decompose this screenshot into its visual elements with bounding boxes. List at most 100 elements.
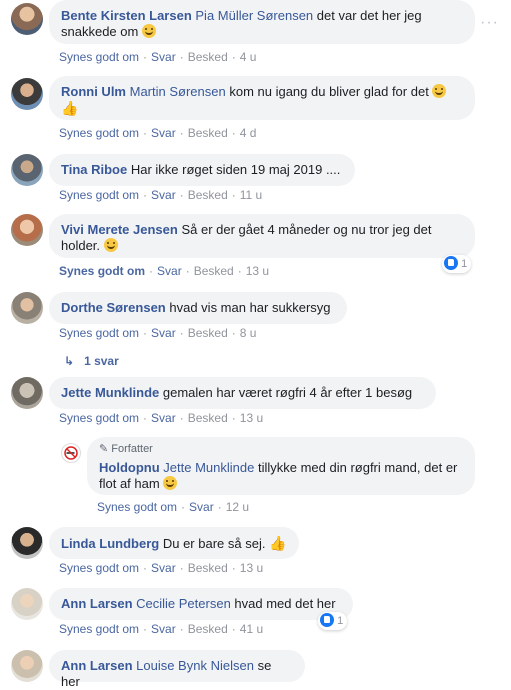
like-link[interactable]: Synes godt om <box>59 326 139 340</box>
comment-author[interactable]: Ann Larsen <box>61 596 133 611</box>
grin-emoji-icon <box>141 24 156 38</box>
comment-author[interactable]: Ann Larsen <box>61 658 133 673</box>
comment-author[interactable]: Ronni Ulm <box>61 84 126 99</box>
like-reaction-icon <box>320 613 334 627</box>
message-link[interactable]: Besked <box>188 188 228 202</box>
comment-actions: Synes godt om · Svar · 12 u <box>97 500 250 514</box>
reaction-count[interactable]: 1 <box>442 255 472 273</box>
reply-link[interactable]: Svar <box>157 264 182 278</box>
replies-count: 1 svar <box>84 354 119 368</box>
comment-bubble: Tina Riboe Har ikke røget siden 19 maj 2… <box>49 154 355 186</box>
reply-link[interactable]: Svar <box>151 126 176 140</box>
reply-arrow-icon: ↳ <box>64 354 75 368</box>
view-replies-link[interactable]: ↳ 1 svar <box>64 354 119 368</box>
message-link[interactable]: Besked <box>188 50 228 64</box>
no-smoking-icon <box>64 446 78 460</box>
comment-bubble: Vivi Merete Jensen Så er der gået 4 måne… <box>49 214 475 258</box>
reply-link[interactable]: Svar <box>151 622 176 636</box>
like-link[interactable]: Synes godt om <box>59 50 139 64</box>
author-badge: ✎ Forfatter <box>99 441 463 457</box>
mentioned-user[interactable]: Jette Munklinde <box>163 460 254 475</box>
timestamp[interactable]: 4 u <box>240 50 257 64</box>
timestamp[interactable]: 13 u <box>246 264 269 278</box>
reply-link[interactable]: Svar <box>151 188 176 202</box>
avatar[interactable] <box>11 588 43 620</box>
comment-author[interactable]: Vivi Merete Jensen <box>61 222 178 237</box>
comment-bubble: Jette Munklinde gemalen har været røgfri… <box>49 377 436 409</box>
like-link[interactable]: Synes godt om <box>59 126 139 140</box>
comment-bubble: Dorthe Sørensen hvad vis man har sukkers… <box>49 292 347 324</box>
comment-bubble: Linda Lundberg Du er bare så sej. 👍 <box>49 527 299 559</box>
mentioned-user[interactable]: Martin Sørensen <box>130 84 226 99</box>
reply-link[interactable]: Svar <box>151 411 176 425</box>
reaction-count[interactable]: 1 <box>318 612 348 630</box>
timestamp[interactable]: 12 u <box>226 500 249 514</box>
comment-bubble: Bente Kirsten Larsen Pia Müller Sørensen… <box>49 0 475 44</box>
comment-text: Har ikke røget siden 19 maj 2019 .... <box>130 162 341 177</box>
timestamp[interactable]: 4 d <box>240 126 257 140</box>
timestamp[interactable]: 8 u <box>240 326 257 340</box>
reply-link[interactable]: Svar <box>151 50 176 64</box>
comment-actions: Synes godt om · Svar · Besked · 13 u <box>59 411 264 425</box>
message-link[interactable]: Besked <box>188 411 228 425</box>
like-link[interactable]: Synes godt om <box>59 264 145 278</box>
timestamp[interactable]: 13 u <box>240 561 263 575</box>
comment-bubble: Ronni Ulm Martin Sørensen kom nu igang d… <box>49 76 475 120</box>
avatar[interactable] <box>11 650 43 682</box>
mentioned-user[interactable]: Louise Bynk Nielsen <box>136 658 254 673</box>
message-link[interactable]: Besked <box>188 561 228 575</box>
reaction-number: 1 <box>461 258 468 270</box>
comment-actions: Synes godt om · Svar · Besked · 8 u <box>59 326 257 340</box>
like-link[interactable]: Synes godt om <box>97 500 177 514</box>
timestamp[interactable]: 41 u <box>240 622 263 636</box>
message-link[interactable]: Besked <box>188 326 228 340</box>
grin-emoji-icon <box>103 238 118 252</box>
comment-actions: Synes godt om · Svar · Besked · 4 d <box>59 126 257 140</box>
comment-author[interactable]: Dorthe Sørensen <box>61 300 166 315</box>
avatar[interactable] <box>11 292 43 324</box>
avatar[interactable] <box>11 527 43 559</box>
comment-author[interactable]: Bente Kirsten Larsen <box>61 8 192 23</box>
reply-link[interactable]: Svar <box>151 561 176 575</box>
comment-actions: Synes godt om · Svar · Besked · 11 u <box>59 188 263 202</box>
comment-actions: Synes godt om · Svar · Besked · 13 u <box>59 264 270 278</box>
page-avatar[interactable] <box>61 443 81 463</box>
reply-link[interactable]: Svar <box>151 326 176 340</box>
thumbs-up-emoji-icon: 👍 <box>269 535 287 551</box>
avatar[interactable] <box>11 154 43 186</box>
comment-text: hvad med det her <box>234 596 336 611</box>
comment-actions: Synes godt om · Svar · Besked · 4 u <box>59 50 257 64</box>
comment-author[interactable]: Tina Riboe <box>61 162 127 177</box>
like-reaction-icon <box>444 256 458 270</box>
grin-emoji-icon <box>163 476 178 490</box>
comment-actions: Synes godt om · Svar · Besked · 41 u <box>59 622 264 636</box>
comment-actions: Synes godt om · Svar · Besked · 13 u <box>59 561 264 575</box>
like-link[interactable]: Synes godt om <box>59 411 139 425</box>
message-link[interactable]: Besked <box>188 126 228 140</box>
timestamp[interactable]: 13 u <box>240 411 263 425</box>
like-link[interactable]: Synes godt om <box>59 561 139 575</box>
comment-text: gemalen har været røgfri 4 år efter 1 be… <box>162 385 413 400</box>
message-link[interactable]: Besked <box>188 622 228 636</box>
avatar[interactable] <box>11 377 43 409</box>
comment-author[interactable]: Jette Munklinde <box>61 385 159 400</box>
mentioned-user[interactable]: Cecilie Petersen <box>136 596 231 611</box>
comment-text: Du er bare så sej. <box>162 536 266 551</box>
laugh-emoji-icon <box>432 84 447 98</box>
more-options-icon[interactable]: ··· <box>480 14 499 32</box>
comment-author[interactable]: Linda Lundberg <box>61 536 159 551</box>
avatar[interactable] <box>11 214 43 246</box>
like-link[interactable]: Synes godt om <box>59 622 139 636</box>
reaction-number: 1 <box>337 615 344 627</box>
timestamp[interactable]: 11 u <box>240 188 262 202</box>
reply-link[interactable]: Svar <box>189 500 214 514</box>
avatar[interactable] <box>11 3 43 35</box>
comment-text: kom nu igang du bliver glad for det <box>229 84 429 99</box>
avatar[interactable] <box>11 78 43 110</box>
like-link[interactable]: Synes godt om <box>59 188 139 202</box>
comment-author[interactable]: Holdopnu <box>99 460 160 475</box>
comment-bubble: ✎ Forfatter Holdopnu Jette Munklinde til… <box>87 437 475 495</box>
mentioned-user[interactable]: Pia Müller Sørensen <box>195 8 313 23</box>
message-link[interactable]: Besked <box>194 264 234 278</box>
pencil-icon: ✎ <box>99 443 109 455</box>
